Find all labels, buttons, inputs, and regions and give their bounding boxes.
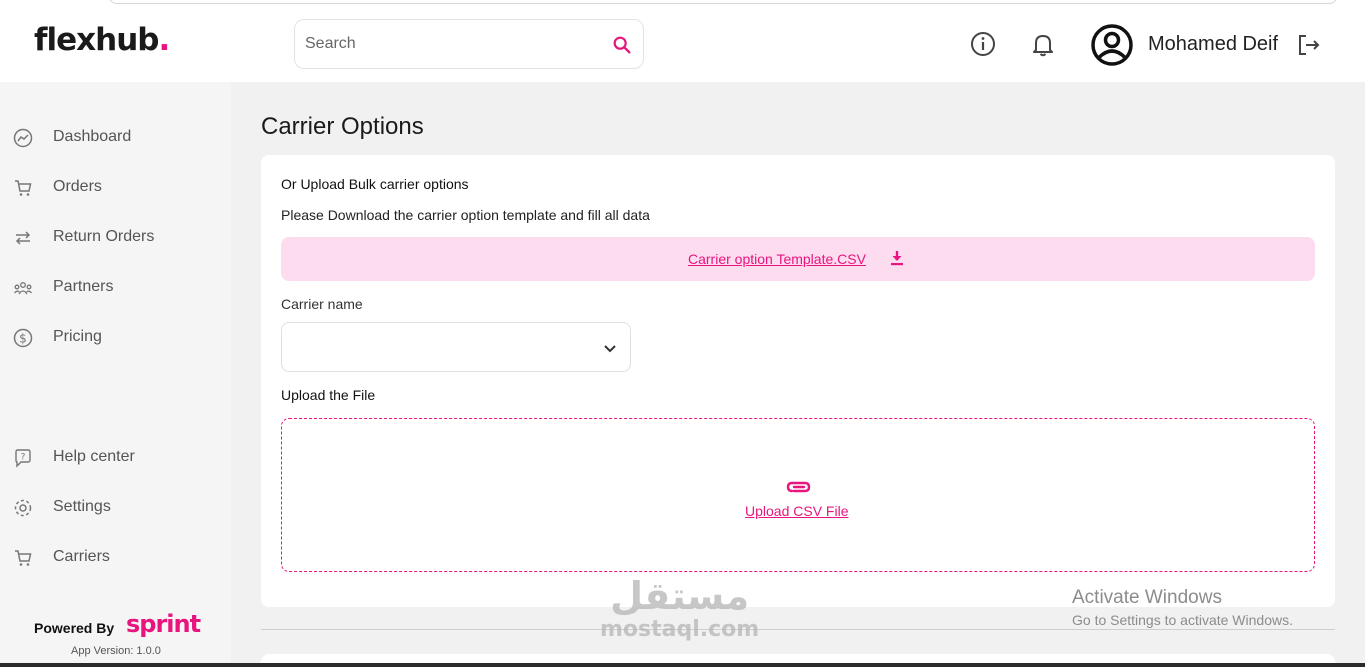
carrier-name-label: Carrier name (281, 296, 363, 312)
sidebar-item-label: Pricing (53, 328, 102, 345)
activate-subtitle: Go to Settings to activate Windows. (1072, 612, 1293, 628)
main-content: Carrier Options Or Upload Bulk carrier o… (231, 82, 1365, 667)
search-input[interactable] (305, 32, 595, 56)
sidebar-item-label: Partners (53, 278, 114, 295)
dollar-icon: $ (13, 328, 33, 348)
activate-windows-notice: Activate Windows Go to Settings to activ… (1072, 587, 1293, 628)
app-version: App Version: 1.0.0 (71, 645, 161, 657)
carrier-name-select[interactable] (281, 322, 631, 372)
gear-icon (14, 499, 32, 517)
browser-top-strip (0, 0, 1365, 8)
sidebar-item-label: Help center (53, 448, 135, 465)
browser-address-pill (108, 0, 1338, 4)
sidebar-item-return-orders[interactable]: Return Orders (0, 220, 231, 256)
user-name[interactable]: Mohamed Deif (1148, 33, 1278, 56)
section-divider (261, 629, 1335, 630)
powered-by-label: Powered By (34, 620, 115, 636)
sidebar-item-dashboard[interactable]: Dashboard (0, 120, 231, 156)
return-icon (15, 231, 31, 245)
bell-icon[interactable] (1029, 30, 1057, 58)
sidebar-item-partners[interactable]: Partners (0, 270, 231, 306)
info-icon[interactable] (969, 30, 997, 58)
avatar-icon[interactable] (1090, 23, 1134, 67)
flexhub-logo[interactable]: flexhub. (34, 22, 170, 58)
search-box (294, 19, 644, 69)
sidebar: Dashboard Orders Return Orders Partners … (0, 82, 231, 667)
sidebar-item-label: Settings (53, 498, 111, 515)
cart-icon (15, 180, 32, 196)
watermark-english: mostaql.com (600, 617, 760, 642)
sprint-logo: sprint (126, 610, 201, 638)
watermark-arabic: مستقل (610, 574, 750, 618)
sidebar-item-pricing[interactable]: $ Pricing (0, 320, 231, 356)
template-download-link[interactable]: Carrier option Template.CSV (688, 251, 866, 267)
logo-dot: . (158, 22, 170, 58)
taskbar-edge (0, 663, 1365, 667)
dashboard-icon (13, 128, 33, 148)
chevron-down-icon (604, 345, 616, 353)
cart-icon (15, 550, 32, 566)
help-icon: ? (15, 449, 31, 468)
upload-csv-link[interactable]: Upload CSV File (745, 503, 849, 519)
svg-text:$: $ (19, 332, 27, 346)
page-title: Carrier Options (261, 113, 424, 140)
sidebar-item-carriers[interactable]: Carriers (0, 540, 231, 576)
sidebar-item-help-center[interactable]: ? Help center (0, 440, 231, 476)
mostaql-watermark: مستقل mostaql.com (600, 574, 759, 642)
logout-icon[interactable] (1296, 32, 1322, 58)
sidebar-item-label: Orders (53, 178, 102, 195)
logo-text: flexhub (34, 22, 159, 58)
activate-title: Activate Windows (1072, 587, 1222, 608)
partners-icon (14, 282, 32, 295)
card-heading: Or Upload Bulk carrier options (281, 176, 469, 192)
sidebar-item-label: Carriers (53, 548, 110, 565)
upload-card: Or Upload Bulk carrier options Please Do… (261, 155, 1335, 607)
sidebar-item-label: Return Orders (53, 228, 155, 245)
sidebar-item-label: Dashboard (53, 128, 132, 145)
upload-file-label: Upload the File (281, 387, 376, 403)
search-icon[interactable] (611, 34, 633, 56)
template-download-bar[interactable]: Carrier option Template.CSV (281, 237, 1315, 281)
upload-dropzone[interactable]: Upload CSV File (281, 418, 1315, 572)
paperclip-icon[interactable] (785, 477, 813, 497)
sidebar-item-settings[interactable]: Settings (0, 490, 231, 526)
app-header: flexhub. Mohamed Deif (0, 8, 1365, 82)
download-icon[interactable] (887, 248, 907, 268)
card-description: Please Download the carrier option templ… (281, 207, 650, 223)
svg-text:?: ? (21, 453, 26, 463)
sidebar-item-orders[interactable]: Orders (0, 170, 231, 206)
